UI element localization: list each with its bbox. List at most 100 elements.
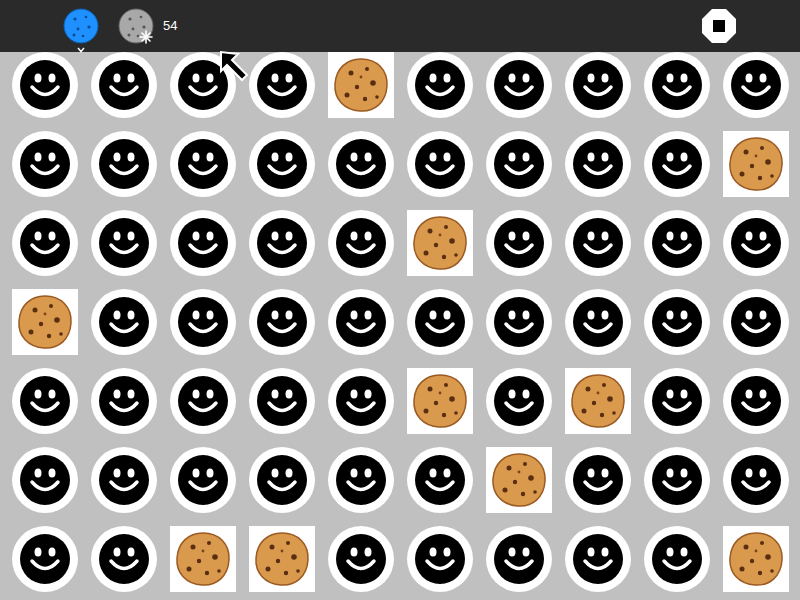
grid-cell[interactable] [328, 368, 394, 434]
grid-cell[interactable] [170, 447, 236, 513]
grid-cell[interactable] [249, 526, 315, 592]
smiley-icon[interactable] [91, 447, 157, 513]
grid-cell[interactable] [644, 447, 710, 513]
grid-cell[interactable] [12, 289, 78, 355]
smiley-icon[interactable] [249, 210, 315, 276]
smiley-icon[interactable] [644, 131, 710, 197]
grid-cell[interactable] [12, 210, 78, 276]
grid-cell[interactable] [249, 368, 315, 434]
grid-cell[interactable] [565, 368, 631, 434]
smiley-icon[interactable] [407, 289, 473, 355]
smiley-icon[interactable] [12, 52, 78, 118]
grid-cell[interactable] [91, 289, 157, 355]
smiley-icon[interactable] [644, 447, 710, 513]
grid-cell[interactable] [565, 526, 631, 592]
grid-cell[interactable] [486, 52, 552, 118]
grid-cell[interactable] [723, 447, 789, 513]
smiley-icon[interactable] [328, 131, 394, 197]
smiley-icon[interactable] [723, 210, 789, 276]
grid-cell[interactable] [486, 131, 552, 197]
grid-cell[interactable] [486, 210, 552, 276]
smiley-icon[interactable] [644, 526, 710, 592]
grid-cell[interactable] [407, 526, 473, 592]
smiley-icon[interactable] [723, 52, 789, 118]
smiley-icon[interactable] [170, 210, 236, 276]
smiley-icon[interactable] [486, 52, 552, 118]
grid-cell[interactable] [249, 131, 315, 197]
grid-cell[interactable] [486, 368, 552, 434]
smiley-icon[interactable] [565, 210, 631, 276]
grid-cell[interactable] [12, 526, 78, 592]
grid-cell[interactable] [723, 368, 789, 434]
grid-cell[interactable] [486, 447, 552, 513]
grid-cell[interactable] [170, 526, 236, 592]
grid-cell[interactable] [565, 289, 631, 355]
cookie-tile[interactable] [328, 52, 394, 118]
smiley-icon[interactable] [723, 368, 789, 434]
smiley-icon[interactable] [170, 289, 236, 355]
grid-cell[interactable] [407, 131, 473, 197]
grid-cell[interactable] [91, 131, 157, 197]
smiley-icon[interactable] [91, 526, 157, 592]
grid-cell[interactable] [723, 52, 789, 118]
grid-cell[interactable] [12, 131, 78, 197]
smiley-icon[interactable] [328, 210, 394, 276]
smiley-icon[interactable] [12, 368, 78, 434]
smiley-icon[interactable] [328, 447, 394, 513]
smiley-icon[interactable] [486, 289, 552, 355]
grid-cell[interactable] [644, 368, 710, 434]
cookie-tile[interactable] [565, 368, 631, 434]
smiley-icon[interactable] [644, 368, 710, 434]
grid-cell[interactable] [723, 289, 789, 355]
smiley-icon[interactable] [249, 52, 315, 118]
smiley-icon[interactable] [12, 447, 78, 513]
smiley-icon[interactable] [170, 131, 236, 197]
cookie-tile[interactable] [723, 526, 789, 592]
grid-cell[interactable] [565, 52, 631, 118]
grid-cell[interactable] [328, 52, 394, 118]
grid-cell[interactable] [644, 210, 710, 276]
smiley-icon[interactable] [91, 289, 157, 355]
smiley-icon[interactable] [565, 289, 631, 355]
smiley-icon[interactable] [91, 368, 157, 434]
grid-cell[interactable] [407, 447, 473, 513]
grid-cell[interactable] [644, 289, 710, 355]
smiley-icon[interactable] [486, 131, 552, 197]
grid-cell[interactable] [407, 368, 473, 434]
grid-cell[interactable] [407, 210, 473, 276]
grid-cell[interactable] [91, 447, 157, 513]
grid-cell[interactable] [328, 447, 394, 513]
grid-cell[interactable] [565, 447, 631, 513]
cookie-tile[interactable] [723, 131, 789, 197]
smiley-icon[interactable] [328, 289, 394, 355]
grid-cell[interactable] [328, 289, 394, 355]
smiley-icon[interactable] [407, 447, 473, 513]
grid-cell[interactable] [170, 289, 236, 355]
smiley-icon[interactable] [91, 210, 157, 276]
cookie-tile[interactable] [486, 447, 552, 513]
smiley-icon[interactable] [407, 52, 473, 118]
smiley-icon[interactable] [12, 526, 78, 592]
smiley-icon[interactable] [723, 289, 789, 355]
grid-cell[interactable] [328, 131, 394, 197]
grid-cell[interactable] [407, 52, 473, 118]
smiley-icon[interactable] [644, 210, 710, 276]
grid-cell[interactable] [170, 131, 236, 197]
smiley-icon[interactable] [249, 131, 315, 197]
smiley-icon[interactable] [91, 131, 157, 197]
smiley-icon[interactable] [486, 210, 552, 276]
smiley-icon[interactable] [565, 52, 631, 118]
grid-cell[interactable] [170, 210, 236, 276]
stop-button[interactable] [701, 8, 737, 44]
grid-cell[interactable] [170, 368, 236, 434]
grid-cell[interactable] [91, 526, 157, 592]
smiley-icon[interactable] [407, 131, 473, 197]
cookie-tile[interactable] [407, 210, 473, 276]
grid-cell[interactable] [644, 131, 710, 197]
smiley-icon[interactable] [565, 131, 631, 197]
smiley-icon[interactable] [170, 447, 236, 513]
tool-button[interactable] [61, 6, 101, 46]
grid-cell[interactable] [723, 210, 789, 276]
grid-cell[interactable] [644, 52, 710, 118]
cookie-tile[interactable] [170, 526, 236, 592]
